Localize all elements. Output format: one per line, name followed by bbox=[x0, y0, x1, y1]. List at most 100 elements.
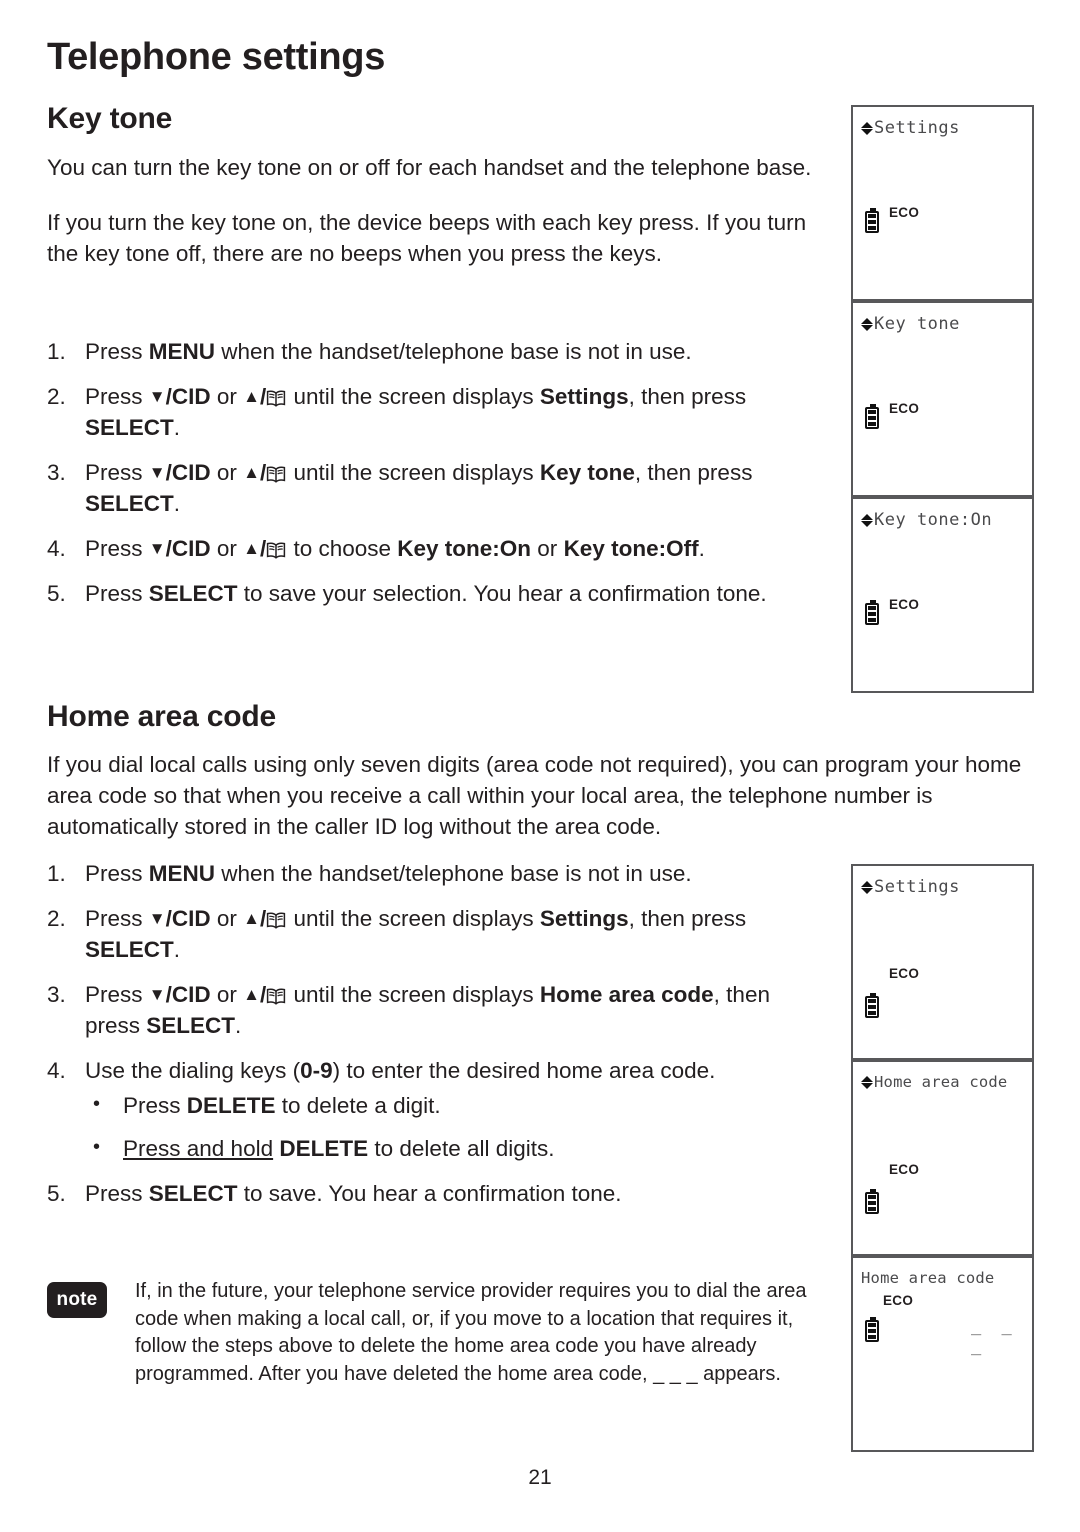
bullet-text: Press DELETE to delete a digit. bbox=[123, 1093, 441, 1118]
emphasis-key-label: Key tone:On bbox=[397, 536, 532, 561]
step-item: 5. Press SELECT to save. You hear a confi… bbox=[47, 1178, 827, 1209]
diamond-indicator-icon bbox=[860, 1070, 873, 1089]
emphasis-key-label: DELETE bbox=[279, 1136, 369, 1161]
emphasis-key-label: MENU bbox=[148, 339, 216, 364]
down-arrow-icon: ▼ bbox=[148, 985, 166, 1004]
lcd-screen-home-area-code: Home area code ECO bbox=[851, 1060, 1034, 1256]
step-text: Press SELECT to save. You hear a confirm… bbox=[85, 1181, 622, 1206]
emphasis-key-label: /CID bbox=[165, 982, 211, 1007]
battery-icon bbox=[865, 993, 879, 1018]
page-title: Telephone settings bbox=[47, 36, 386, 78]
home-area-code-steps: 1. Press MENU when the handset/telephone … bbox=[47, 858, 827, 1223]
diamond-indicator-icon bbox=[860, 312, 873, 331]
step-number: 2. bbox=[47, 906, 66, 931]
key-tone-intro-paragraphs: You can turn the key tone on or off for … bbox=[47, 152, 827, 269]
lcd-title-row: Key tone bbox=[860, 312, 960, 334]
lcd-screen-home-area-blank: Home area code ECO _ _ _ bbox=[851, 1256, 1034, 1452]
step-item: 2. Press ▼/CID or ▲/ until the screen dis… bbox=[47, 903, 827, 965]
paragraph: If you turn the key tone on, the device … bbox=[47, 210, 807, 266]
eco-label: ECO bbox=[883, 1293, 914, 1308]
eco-label: ECO bbox=[889, 597, 920, 612]
note-callout: note If, in the future, your telephone s… bbox=[47, 1278, 807, 1388]
lcd-title-row: Settings bbox=[860, 118, 960, 138]
emphasis-key-label: /CID bbox=[165, 536, 211, 561]
step-text: Press ▼/CID or ▲/ until the screen displ… bbox=[85, 982, 770, 1038]
step-item: 4. Press ▼/CID or ▲/ to choose Key tone:O… bbox=[47, 533, 827, 564]
diamond-indicator-icon bbox=[860, 875, 873, 894]
down-arrow-icon: ▼ bbox=[148, 463, 166, 482]
step-text: Use the dialing keys (0-9) to enter the … bbox=[85, 1058, 716, 1083]
lcd-screen-key-tone-on: Key tone:On ECO bbox=[851, 497, 1034, 693]
list-item: • Press and hold DELETE to delete all dig… bbox=[85, 1133, 827, 1164]
lcd-title-row: Home area code bbox=[861, 1269, 994, 1287]
emphasis-key-label: Home area code bbox=[539, 982, 714, 1007]
note-text: If, in the future, your telephone servic… bbox=[135, 1280, 807, 1385]
step-item: 4. Use the dialing keys (0-9) to enter th… bbox=[47, 1055, 827, 1164]
lcd-screen-settings-1: Settings ECO bbox=[851, 105, 1034, 301]
paragraph: If you dial local calls using only seven… bbox=[47, 752, 1022, 839]
emphasis-key-label: SELECT bbox=[148, 1181, 238, 1206]
lcd-title-text: Settings bbox=[874, 118, 960, 138]
step-number: 2. bbox=[47, 384, 66, 409]
battery-icon bbox=[865, 1189, 879, 1214]
lcd-empty-area-code: _ _ _ bbox=[971, 1316, 1017, 1356]
down-arrow-icon: ▼ bbox=[148, 909, 166, 928]
step-item: 1. Press MENU when the handset/telephone … bbox=[47, 336, 827, 367]
up-arrow-icon: ▲ bbox=[243, 463, 260, 482]
emphasis-key-label: SELECT bbox=[148, 581, 238, 606]
step-number: 4. bbox=[47, 1058, 66, 1083]
section-heading-home-area-code: Home area code bbox=[47, 700, 276, 733]
eco-label: ECO bbox=[889, 966, 920, 981]
step-number: 4. bbox=[47, 536, 66, 561]
step-text: Press ▼/CID or ▲/ until the screen displ… bbox=[85, 384, 747, 440]
emphasis-key-label: DELETE bbox=[186, 1093, 276, 1118]
eco-label: ECO bbox=[889, 401, 920, 416]
down-arrow-icon: ▼ bbox=[148, 387, 166, 406]
step-text: Press ▼/CID or ▲/ to choose Key tone:On … bbox=[85, 536, 705, 561]
emphasis-key-label: /CID bbox=[165, 906, 211, 931]
step-text: Press ▼/CID or ▲/ until the screen displ… bbox=[85, 460, 753, 516]
emphasis-key-label: Settings bbox=[539, 384, 629, 409]
step-item: 5. Press SELECT to save your selection. Y… bbox=[47, 578, 827, 609]
step-text: Press ▼/CID or ▲/ until the screen displ… bbox=[85, 906, 747, 962]
lcd-title-row: Settings bbox=[860, 875, 960, 897]
step-item: 3. Press ▼/CID or ▲/ until the screen dis… bbox=[47, 457, 827, 519]
emphasis-key-label: Key tone bbox=[539, 460, 635, 485]
up-arrow-icon: ▲ bbox=[243, 539, 260, 558]
emphasis-key-label: SELECT bbox=[146, 1013, 236, 1038]
emphasis-key-label: Key tone:Off bbox=[563, 536, 699, 561]
emphasis-key-label: SELECT bbox=[85, 937, 174, 962]
phonebook-icon bbox=[266, 460, 286, 483]
home-area-code-intro-paragraphs: If you dial local calls using only seven… bbox=[47, 749, 1037, 842]
lcd-screen-key-tone: Key tone ECO bbox=[851, 301, 1034, 497]
section-heading-key-tone: Key tone bbox=[47, 102, 173, 135]
lcd-title-text: Key tone bbox=[874, 314, 960, 334]
lcd-title-text: Home area code bbox=[874, 1073, 1008, 1091]
manual-page: Telephone settings Key tone You can turn… bbox=[0, 0, 1080, 1532]
step-number: 1. bbox=[47, 861, 66, 886]
battery-icon bbox=[865, 208, 879, 233]
step-number: 3. bbox=[47, 982, 66, 1007]
battery-icon bbox=[865, 1317, 879, 1342]
emphasis-key-label: /CID bbox=[165, 460, 211, 485]
step-number: 5. bbox=[47, 1181, 66, 1206]
step-item: 1. Press MENU when the handset/telephone … bbox=[47, 858, 827, 889]
note-badge: note bbox=[47, 1282, 107, 1318]
bullet-dot-icon: • bbox=[93, 1093, 101, 1115]
up-arrow-icon: ▲ bbox=[243, 387, 260, 406]
lcd-title-text: Home area code bbox=[861, 1269, 995, 1287]
step-item: 2. Press ▼/CID or ▲/ until the screen dis… bbox=[47, 381, 827, 443]
lcd-title-text: Settings bbox=[874, 877, 960, 897]
lcd-screen-settings-2: Settings ECO bbox=[851, 864, 1034, 1060]
battery-icon bbox=[865, 404, 879, 429]
page-number: 21 bbox=[528, 1466, 552, 1489]
eco-label: ECO bbox=[889, 205, 920, 220]
lcd-title-row: Home area code bbox=[860, 1070, 1008, 1091]
phonebook-icon bbox=[266, 536, 286, 559]
bullet-dot-icon: • bbox=[93, 1136, 101, 1158]
diamond-indicator-icon bbox=[860, 508, 873, 527]
eco-label: ECO bbox=[889, 1162, 920, 1177]
lcd-title-row: Key tone:On bbox=[860, 508, 992, 530]
down-arrow-icon: ▼ bbox=[148, 539, 166, 558]
phonebook-icon bbox=[266, 384, 286, 407]
